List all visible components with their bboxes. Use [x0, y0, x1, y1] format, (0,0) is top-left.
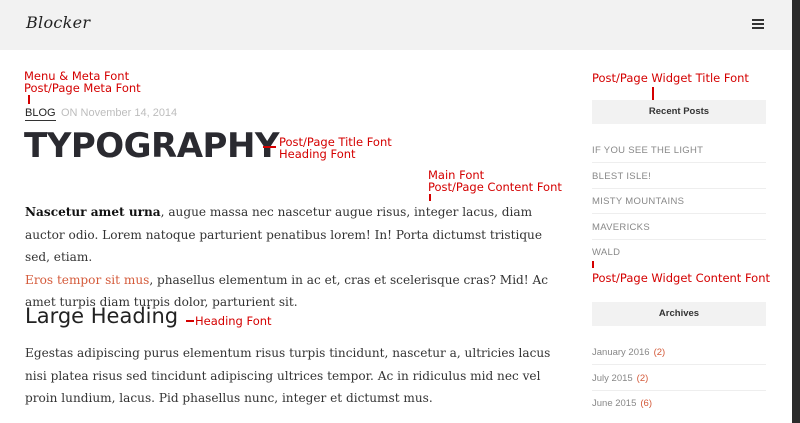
hamburger-menu-icon[interactable]	[752, 18, 766, 30]
annotation-pointer	[263, 146, 276, 148]
menu-bar-line	[752, 19, 764, 21]
recent-post-link[interactable]: IF YOU SEE THE LIGHT	[592, 145, 766, 156]
menu-bar-line	[752, 23, 764, 25]
annotation-content-font: Post/Page Content Font	[428, 180, 562, 194]
widget-title-archives: Archives	[592, 302, 766, 326]
bold-text: Nascetur amet urna	[25, 205, 161, 219]
annotation-heading-font: Heading Font	[279, 147, 356, 161]
annotation-pointer	[28, 95, 30, 104]
annotation-heading-font-2: Heading Font	[195, 314, 272, 328]
large-heading: Large Heading	[25, 304, 179, 328]
divider	[592, 213, 766, 214]
annotation-pointer	[592, 261, 594, 268]
menu-bar-line	[752, 27, 764, 29]
recent-post-link[interactable]: BLEST ISLE!	[592, 171, 766, 182]
post-date: ON November 14, 2014	[61, 107, 178, 119]
window-frame-edge	[792, 0, 800, 423]
archive-link[interactable]: July 2015 (2)	[592, 373, 766, 384]
recent-post-link[interactable]: WALD	[592, 247, 766, 258]
archive-count: (6)	[640, 398, 652, 409]
site-header: Blocker	[0, 0, 792, 50]
recent-post-link[interactable]: MISTY MOUNTAINS	[592, 196, 766, 207]
archive-label: June 2015	[592, 398, 637, 409]
archive-count: (2)	[653, 347, 666, 358]
post-title: TYPOGRAPHY	[24, 126, 280, 166]
archive-link[interactable]: January 2016 (2)	[592, 347, 766, 358]
annotation-widget-content-font: Post/Page Widget Content Font	[592, 271, 771, 285]
annotation-widget-title-font: Post/Page Widget Title Font	[592, 71, 749, 85]
archive-label: July 2015	[592, 373, 633, 384]
divider	[592, 162, 766, 163]
divider	[592, 188, 766, 189]
recent-post-link[interactable]: MAVERICKS	[592, 222, 766, 233]
archive-label: January 2016	[592, 347, 650, 358]
post-paragraph: Nascetur amet urna, augue massa nec nasc…	[25, 201, 555, 314]
annotation-post-meta-font: Post/Page Meta Font	[24, 81, 141, 95]
divider	[592, 364, 766, 365]
widget-title-recent-posts: Recent Posts	[592, 100, 766, 124]
annotation-pointer	[429, 194, 431, 201]
archive-link[interactable]: June 2015 (6)	[592, 398, 766, 409]
annotation-pointer	[186, 320, 194, 322]
post-paragraph-2: Egestas adipiscing purus elementum risus…	[25, 346, 551, 405]
divider	[592, 239, 766, 240]
site-logo[interactable]: Blocker	[26, 13, 90, 32]
inline-link[interactable]: Eros tempor sit mus	[25, 273, 149, 287]
divider	[592, 390, 766, 391]
archive-count: (2)	[636, 373, 649, 384]
post-category-link[interactable]: BLOG	[25, 107, 56, 121]
